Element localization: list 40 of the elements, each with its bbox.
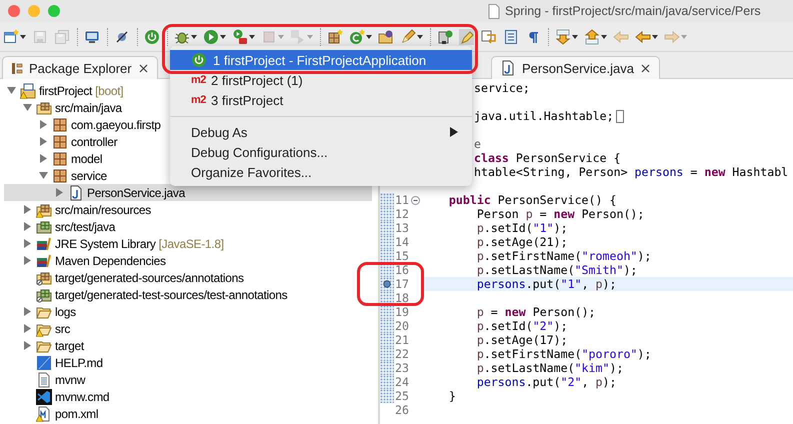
tree-decoration: [boot] (95, 84, 124, 98)
line-number: 14 (394, 235, 409, 249)
line-number: 25 (394, 389, 409, 403)
code-line: p.setAge(17); (476, 333, 568, 347)
line-number: 24 (394, 375, 409, 389)
window-title: Spring - firstProject/src/main/java/service/Pers (505, 4, 761, 18)
maven-label: m2 (191, 74, 205, 86)
line-number: 16 (394, 263, 409, 277)
line-number: 18 (394, 291, 409, 305)
code-line: public PersonService() { (448, 193, 616, 207)
line-number: 19 (394, 305, 409, 319)
code-line: p.setAge(21); (476, 235, 568, 249)
line-number: 22 (394, 347, 409, 361)
code-line: class PersonService { (474, 151, 621, 165)
line-number: 17 (394, 277, 409, 291)
tree-decoration: [JavaSE-1.8] (158, 236, 224, 250)
code-line: p.setLastName("Smith"); (476, 263, 638, 277)
code-line: htable<String, Person> persons = new Hashtabl (474, 165, 788, 179)
code-line: persons.put("1", p); (476, 277, 616, 291)
maven-label: m2 (191, 94, 205, 106)
line-number: 13 (394, 221, 409, 235)
line-number: 12 (394, 207, 409, 221)
code-line: e (474, 137, 481, 151)
line-number: 15 (394, 249, 409, 263)
line-number: 11 (394, 193, 409, 207)
line-number: 23 (394, 361, 409, 375)
code-line: persons.put("2", p); (476, 375, 616, 389)
code-line: p = new Person(); (476, 305, 596, 319)
code-line: p.setLastName("kim"); (476, 361, 624, 375)
code-line: java.util.Hashtable; (474, 109, 614, 123)
line-number: 20 (394, 319, 409, 333)
code-line: p.setId("2"); (476, 319, 568, 333)
code-line: Person p = new Person(); (476, 207, 644, 221)
line-number: 26 (394, 403, 409, 417)
code-line: p.setId("1"); (476, 221, 568, 235)
code-line: p.setFirstName("romeoh"); (476, 249, 652, 263)
line-number: 21 (394, 333, 409, 347)
code-line: p.setFirstName("pororo"); (476, 347, 652, 361)
code-line: service; (474, 81, 530, 95)
code-line: } (448, 389, 456, 403)
